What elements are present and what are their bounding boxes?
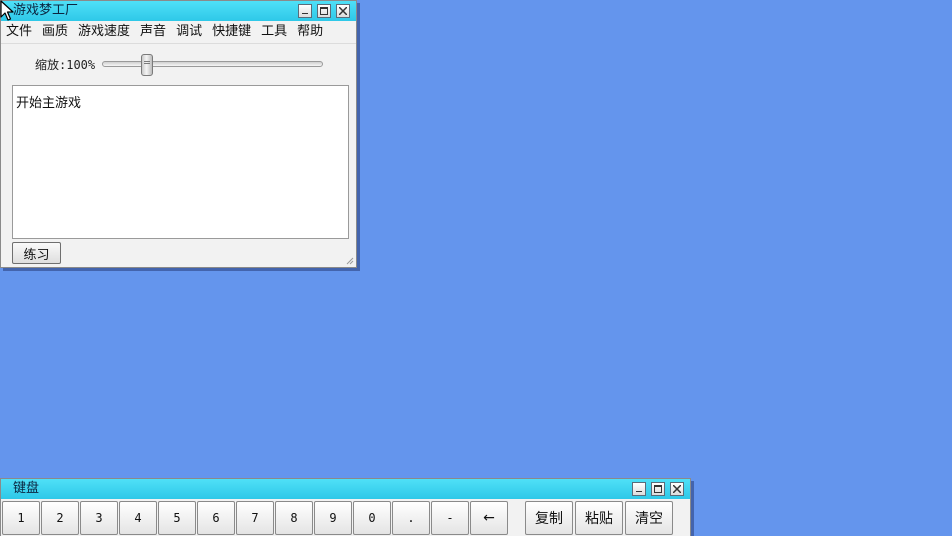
close-icon[interactable] (670, 482, 684, 496)
key-9[interactable]: 9 (314, 501, 352, 535)
key-4[interactable]: 4 (119, 501, 157, 535)
zoom-control: 缩放:100% (1, 51, 356, 77)
menu-graphics[interactable]: 画质 (41, 22, 73, 42)
output-text-area[interactable]: 开始主游戏 (12, 85, 349, 239)
minimize-icon[interactable] (632, 482, 646, 496)
maximize-icon[interactable] (651, 482, 665, 496)
key-backspace[interactable]: ← (470, 501, 508, 535)
zoom-label: 缩放:100% (35, 58, 96, 72)
maximize-icon[interactable] (317, 4, 331, 18)
practice-button[interactable]: 练习 (12, 242, 61, 264)
key-minus[interactable]: - (431, 501, 469, 535)
zoom-slider-thumb[interactable] (141, 54, 153, 76)
key-dot[interactable]: . (392, 501, 430, 535)
menu-help[interactable]: 帮助 (296, 22, 328, 42)
main-window: 游戏梦工厂 文件 画质 游戏速度 声音 调试 快捷键 工具 帮助 缩放:100%… (0, 0, 357, 268)
menu-bar: 文件 画质 游戏速度 声音 调试 快捷键 工具 帮助 (1, 21, 356, 44)
clear-button[interactable]: 清空 (625, 501, 673, 535)
resize-grip-icon[interactable] (345, 256, 354, 265)
keyboard-window-title: 键盘 (13, 481, 40, 496)
key-0[interactable]: 0 (353, 501, 391, 535)
keyboard-window: 键盘 1 2 3 4 5 6 7 8 9 0 . - ← 复制 粘贴 清空 (0, 478, 691, 536)
close-icon[interactable] (336, 4, 350, 18)
key-3[interactable]: 3 (80, 501, 118, 535)
minimize-icon[interactable] (298, 4, 312, 18)
menu-sound[interactable]: 声音 (139, 22, 171, 42)
keyboard-window-titlebar[interactable]: 键盘 (1, 479, 690, 499)
keyboard-window-controls (632, 482, 684, 496)
keyboard-keys: 1 2 3 4 5 6 7 8 9 0 . - ← 复制 粘贴 清空 (1, 500, 690, 535)
main-window-controls (298, 4, 350, 18)
menu-debug[interactable]: 调试 (175, 22, 207, 42)
key-2[interactable]: 2 (41, 501, 79, 535)
menu-shortcuts[interactable]: 快捷键 (211, 22, 256, 42)
key-8[interactable]: 8 (275, 501, 313, 535)
key-1[interactable]: 1 (2, 501, 40, 535)
zoom-slider-track[interactable] (102, 61, 323, 67)
main-window-titlebar[interactable]: 游戏梦工厂 (1, 1, 356, 21)
menu-tools[interactable]: 工具 (260, 22, 292, 42)
key-5[interactable]: 5 (158, 501, 196, 535)
key-7[interactable]: 7 (236, 501, 274, 535)
paste-button[interactable]: 粘贴 (575, 501, 623, 535)
mouse-pointer-icon (0, 0, 14, 21)
menu-game-speed[interactable]: 游戏速度 (77, 22, 135, 42)
key-6[interactable]: 6 (197, 501, 235, 535)
copy-button[interactable]: 复制 (525, 501, 573, 535)
menu-file[interactable]: 文件 (5, 22, 37, 42)
